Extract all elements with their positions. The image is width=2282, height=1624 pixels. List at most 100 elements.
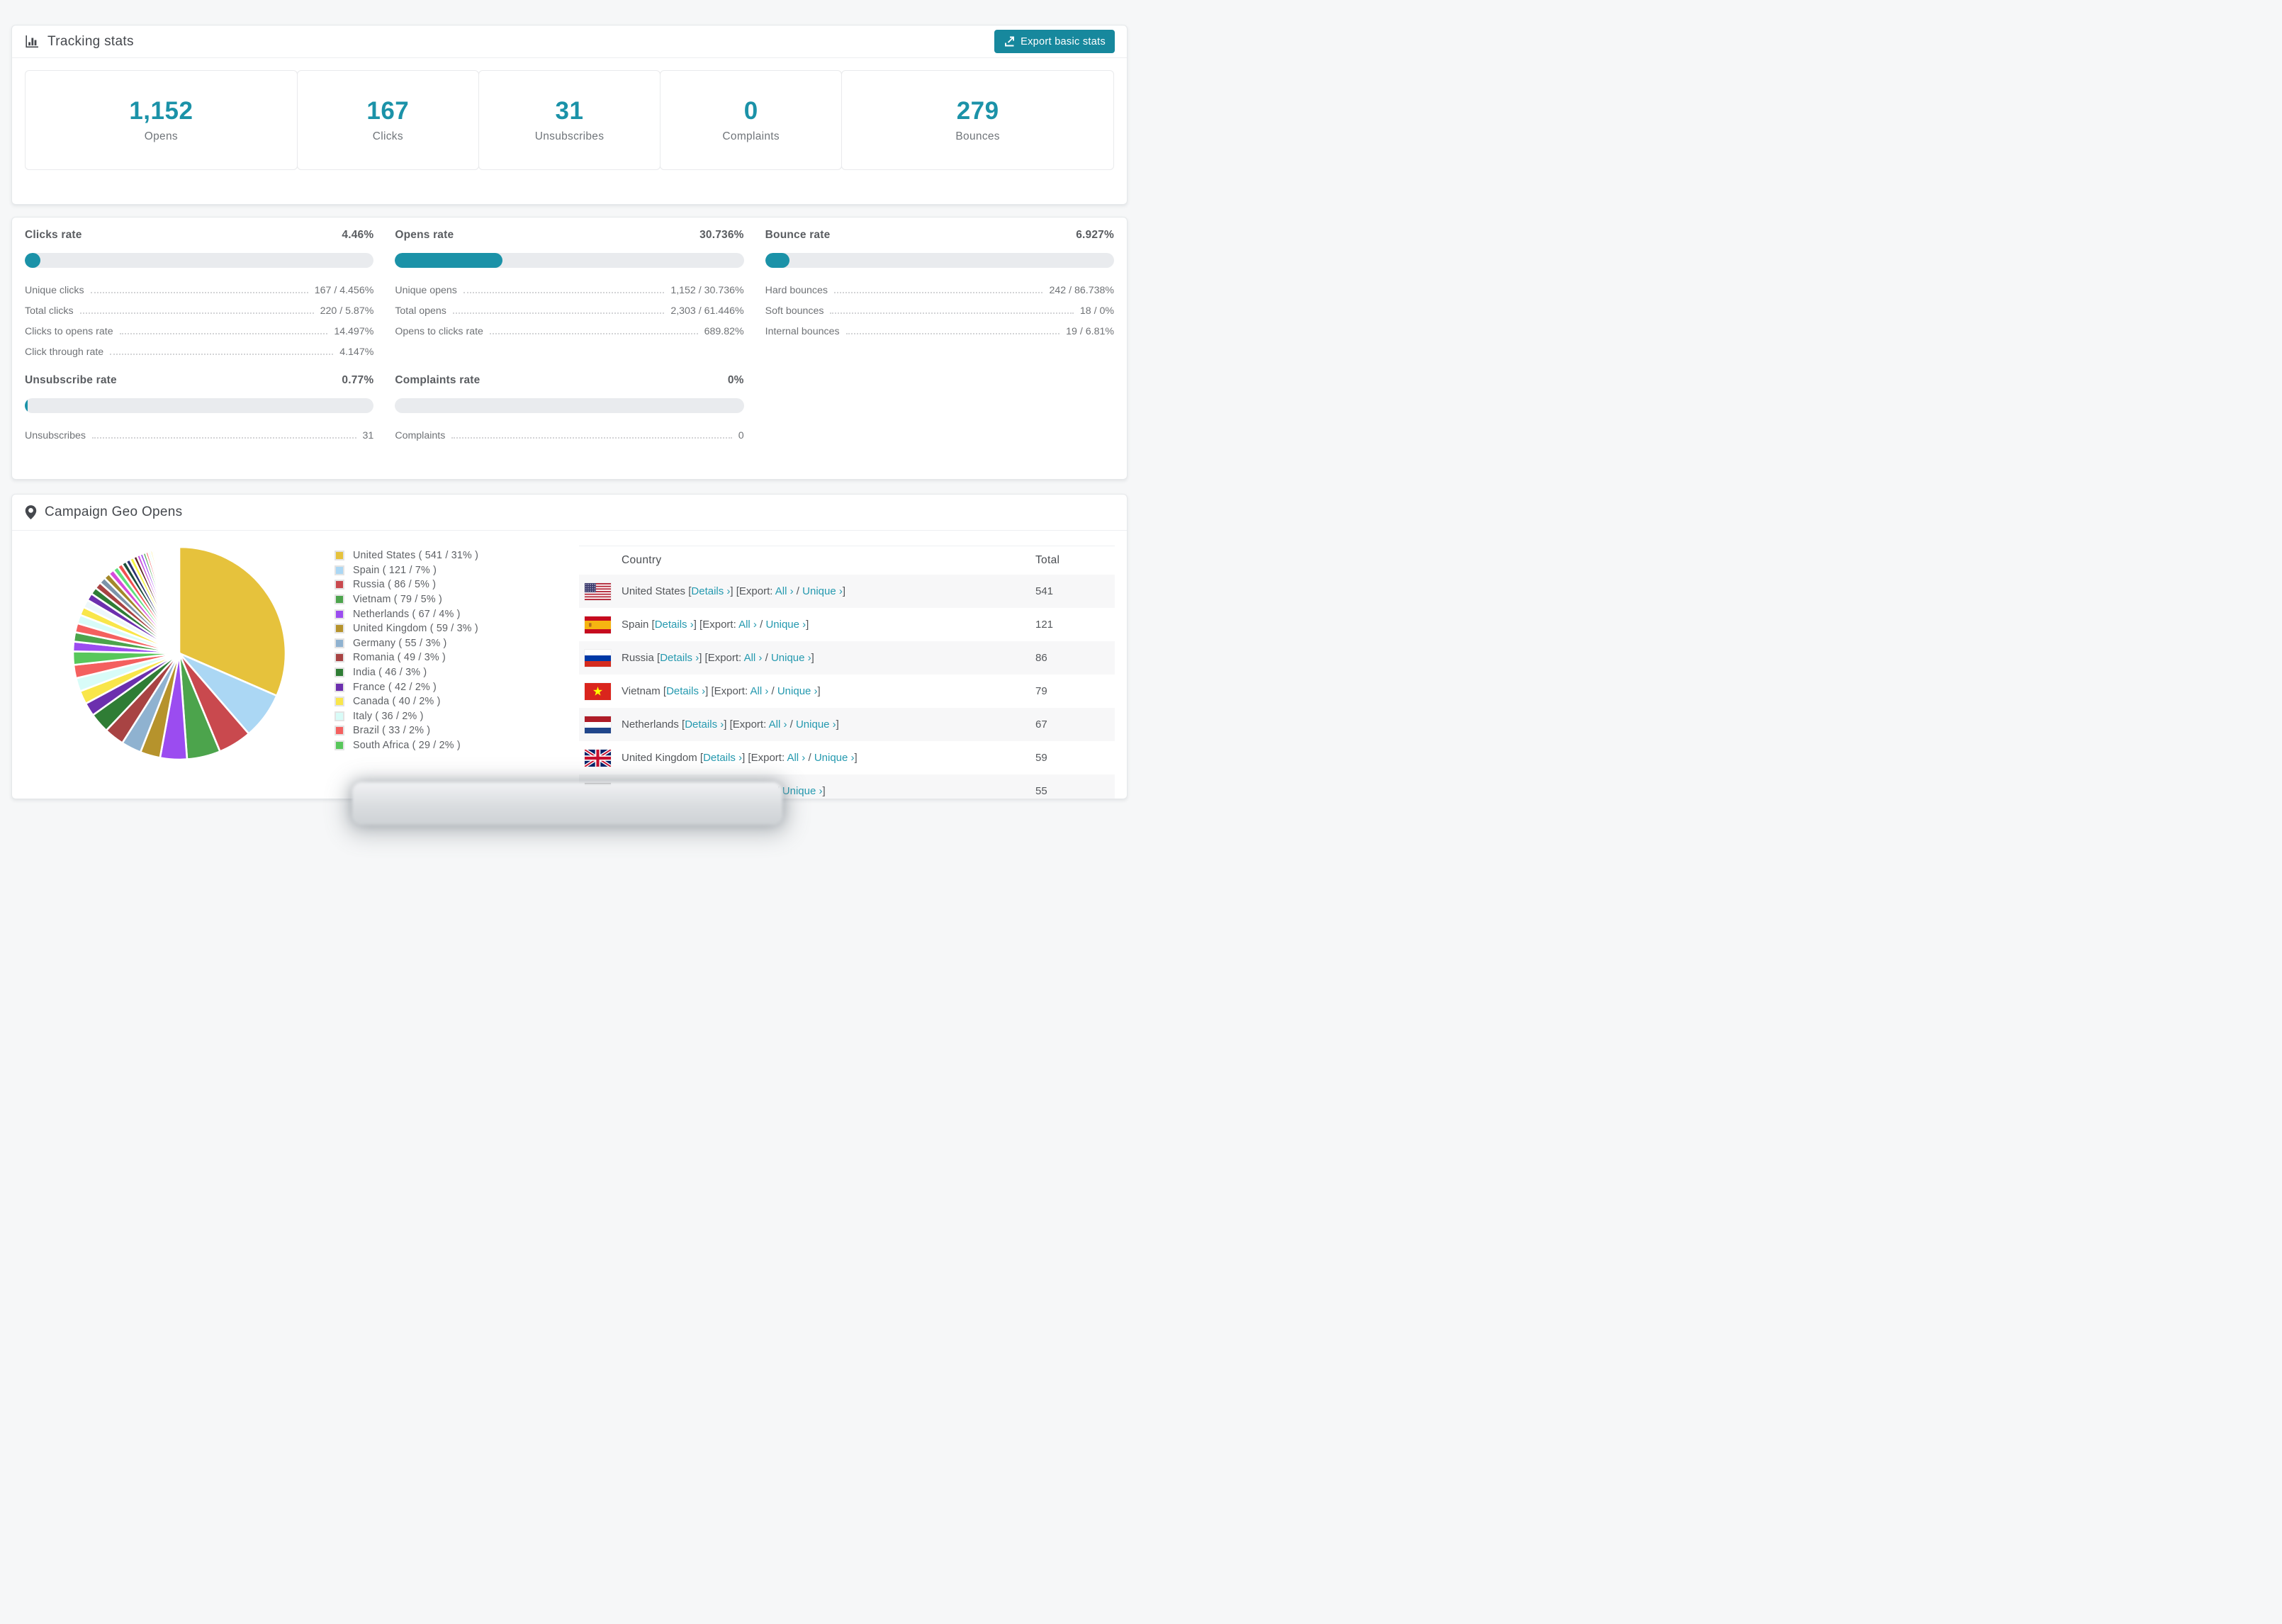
page-title: Tracking stats [47,33,134,49]
export-unique-link[interactable]: Unique › [777,685,818,697]
geo-pie-chart [72,546,287,761]
stat-value: 0 [743,97,758,125]
metric-label: Total opens [395,305,446,317]
legend-item-germany[interactable]: Germany ( 55 / 3% ) [335,636,478,651]
metric-label: Unsubscribes [25,430,86,441]
summary-stat-bounces: 279 Bounces [841,70,1115,170]
progress-bar-track [395,398,744,413]
export-button-label: Export basic stats [1021,35,1106,47]
progress-bar-track [395,253,744,268]
export-all-link[interactable]: All › [769,718,787,731]
legend-item-romania[interactable]: Romania ( 49 / 3% ) [335,650,478,665]
total-cell: 67 [1035,718,1047,731]
export-unique-link[interactable]: Unique › [771,652,811,664]
metric-row-clicks-to-opens-rate: Clicks to opens rate 14.497% [25,319,373,339]
metric-value: 1,152 / 30.736% [670,285,744,296]
metric-label: Hard bounces [765,285,828,296]
export-all-link[interactable]: All › [775,585,794,597]
metric-value: 220 / 5.87% [320,305,374,317]
legend-item-south-africa[interactable]: South Africa ( 29 / 2% ) [335,738,478,753]
details-link[interactable]: Details › [666,685,705,697]
country-cell: United Kingdom [Details ›] [Export: All … [622,752,858,764]
rate-value: 6.927% [1076,229,1114,241]
rate-value: 0.77% [342,374,374,386]
rate-panel-clicks-rate: Clicks rate 4.46% Unique clicks 167 / 4.456… [25,229,374,360]
export-unique-link[interactable]: Unique › [802,585,843,597]
total-cell: 86 [1035,652,1047,664]
export-all-link[interactable]: All › [744,652,763,664]
metric-row-soft-bounces: Soft bounces 18 / 0% [765,298,1114,319]
progress-bar-fill [765,253,789,268]
details-link[interactable]: Details › [660,652,699,664]
rate-value: 30.736% [699,229,744,241]
rate-title-row: Bounce rate 6.927% [765,229,1114,244]
country-name: Spain [ [622,619,655,631]
flag-vn-icon [585,682,611,700]
rate-title: Opens rate [395,229,454,241]
legend-swatch [335,551,344,561]
metric-row-click-through-rate: Click through rate 4.147% [25,339,373,360]
legend-item-france[interactable]: France ( 42 / 2% ) [335,680,478,694]
table-row-russia: Russia [Details ›] [Export: All › / Uniq… [579,641,1115,675]
export-unique-link[interactable]: Unique › [814,752,855,764]
metric-label: Soft bounces [765,305,824,317]
legend-item-united-kingdom[interactable]: United Kingdom ( 59 / 3% ) [335,621,478,636]
legend-swatch [335,594,344,605]
geo-table: Country Total United States [Details ›] … [579,546,1115,799]
progress-bar-track [25,398,374,413]
export-all-link[interactable]: All › [750,685,768,697]
rate-panel-unsubscribe-rate: Unsubscribe rate 0.77% Unsubscribes 31 [25,374,374,444]
legend-label: Netherlands ( 67 / 4% ) [353,608,461,620]
progress-bar-track [765,253,1114,268]
metric-value: 242 / 86.738% [1049,285,1114,296]
export-basic-stats-button[interactable]: Export basic stats [994,30,1115,53]
metric-value: 689.82% [704,326,744,337]
legend-item-russia[interactable]: Russia ( 86 / 5% ) [335,577,478,592]
legend-label: United Kingdom ( 59 / 3% ) [353,623,478,635]
metric-row-complaints: Complaints 0 [395,423,743,444]
metric-row-unsubscribes: Unsubscribes 31 [25,423,373,444]
metric-row-total-clicks: Total clicks 220 / 5.87% [25,298,373,319]
legend-swatch [335,638,344,648]
details-link[interactable]: Details › [703,752,742,764]
export-unique-link[interactable]: Unique › [782,785,823,797]
export-unique-link[interactable]: Unique › [796,718,836,731]
table-header: Country Total [579,546,1115,575]
export-all-link[interactable]: All › [787,752,805,764]
details-link[interactable]: Details › [691,585,730,597]
legend-item-india[interactable]: India ( 46 / 3% ) [335,665,478,680]
legend-item-united-states[interactable]: United States ( 541 / 31% ) [335,548,478,563]
legend-label: Spain ( 121 / 7% ) [353,564,437,576]
legend-label: United States ( 541 / 31% ) [353,550,479,562]
progress-bar-fill [395,253,502,268]
rate-panel-bounce-rate: Bounce rate 6.927% Hard bounces 242 / 86.73… [765,229,1114,360]
export-unique-link[interactable]: Unique › [765,619,806,631]
table-row-vietnam: Vietnam [Details ›] [Export: All › / Uni… [579,675,1115,708]
legend-item-italy[interactable]: Italy ( 36 / 2% ) [335,709,478,724]
rate-value: 4.46% [342,229,374,241]
rate-title: Bounce rate [765,229,831,241]
legend-swatch [335,667,344,678]
total-cell: 55 [1035,785,1047,797]
legend-label: France ( 42 / 2% ) [353,681,437,693]
legend-item-spain[interactable]: Spain ( 121 / 7% ) [335,563,478,578]
metric-label: Click through rate [25,346,104,358]
details-link[interactable]: Details › [655,619,694,631]
metric-value: 31 [362,430,374,441]
legend-label: Vietnam ( 79 / 5% ) [353,594,442,606]
rate-value: 0% [727,374,744,386]
rate-title-row: Unsubscribe rate 0.77% [25,374,373,390]
rate-title-row: Opens rate 30.736% [395,229,743,244]
geo-opens-card: Campaign Geo Opens United States ( 541 /… [11,494,1128,799]
legend-item-netherlands[interactable]: Netherlands ( 67 / 4% ) [335,607,478,621]
details-link[interactable]: Details › [685,718,724,731]
rate-panel-complaints-rate: Complaints rate 0% Complaints 0 [395,374,744,444]
export-all-link[interactable]: All › [738,619,757,631]
metric-row-unique-clicks: Unique clicks 167 / 4.456% [25,278,373,298]
dotted-leader [489,333,698,334]
legend-swatch [335,609,344,619]
legend-item-vietnam[interactable]: Vietnam ( 79 / 5% ) [335,592,478,607]
stat-label: Complaints [722,130,780,142]
legend-item-canada[interactable]: Canada ( 40 / 2% ) [335,694,478,709]
legend-item-brazil[interactable]: Brazil ( 33 / 2% ) [335,723,478,738]
